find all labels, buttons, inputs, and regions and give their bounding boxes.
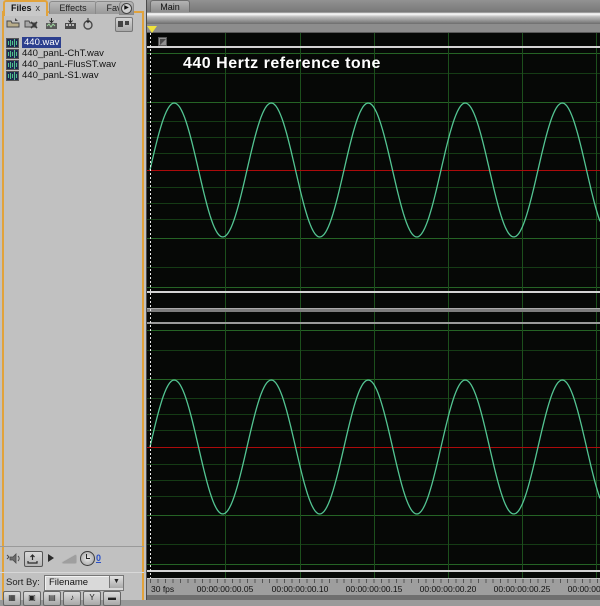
play-button[interactable] [48,554,54,562]
volume-slider[interactable] [62,555,76,563]
import-video-icon[interactable] [63,17,78,30]
show-video-files-button[interactable]: ▤ [43,591,61,606]
tab-effects-label: Effects [59,3,87,13]
clip-properties-icon[interactable] [158,37,167,46]
file-name: 440_panL-ChT.wav [22,48,104,59]
file-row-440-panl-cht[interactable]: 440_panL-ChT.wav [6,48,141,59]
active-panel-border [2,11,144,600]
file-name: 440.wav [22,37,62,48]
sort-by-value: Filename [49,577,89,588]
audio-file-icon [6,70,19,81]
file-name: 440_panL-S1.wav [22,70,99,81]
timeline-label: 00:00:00:00.25 [493,584,551,594]
tab-files[interactable]: Files x [3,0,49,16]
bottom-edge-strip [147,595,600,600]
audio-file-icon [6,48,19,59]
audio-file-icon [6,59,19,70]
files-panel-tabbar: Files x Effects Fav ▶ [0,0,147,16]
show-options-toggle[interactable] [115,17,133,32]
sine-waveforms [149,102,600,515]
timeline-ruler[interactable]: 30 fps 00:00:00:00.05 00:00:00:00.10 00:00… [147,578,600,595]
show-markers-button[interactable]: ▬ [103,591,121,606]
timeline-label: 00:00:00:00.30 [567,584,600,594]
audio-file-icon [6,37,19,48]
show-audio-files-button[interactable]: ▦ [3,591,21,606]
waveform-display[interactable]: 440 Hertz reference tone [147,33,600,578]
main-panel: Main 440 Hertz reference tone 30 fps 00:… [147,0,600,600]
file-type-filter-buttons: ▦ ▣ ▤ ♪ Y ▬ [3,591,121,606]
files-panel: Files x Effects Fav ▶ 440.wav 440_panL-C… [0,0,147,606]
timeline-label: 00:00:00:00.20 [419,584,477,594]
file-name: 440_panL-FlusST.wav [22,59,116,70]
import-file-icon[interactable] [6,17,21,30]
top-ruler[interactable] [147,24,600,33]
panel-menu-button[interactable]: ▶ [119,1,134,15]
close-file-icon[interactable] [24,17,39,30]
playhead-marker[interactable] [147,26,157,33]
show-loop-files-button[interactable]: ▣ [23,591,41,606]
show-midi-files-button[interactable]: ♪ [63,591,81,606]
sort-by-label: Sort By: [6,577,40,588]
files-toolbar [4,16,143,33]
main-tabbar: Main [147,0,600,12]
right-channel-wave [149,379,600,515]
filter-button[interactable]: Y [83,591,101,606]
files-transport-bar: 0 [0,546,144,573]
timeline-ticks [150,579,600,583]
sort-by-dropdown[interactable]: Filename ▼ [44,575,124,591]
autoplay-delay-clock-icon[interactable] [80,551,95,566]
file-row-440-panl-s1[interactable]: 440_panL-S1.wav [6,70,141,81]
timeline-label: 00:00:00:00.05 [196,584,254,594]
file-list: 440.wav 440_panL-ChT.wav 440_panL-FlusST… [6,37,141,81]
fps-label: 30 fps [151,584,175,594]
view-range-bar[interactable] [147,12,600,24]
autoplay-speaker-icon[interactable] [6,552,22,565]
follow-playback-button[interactable] [24,551,43,567]
tab-files-label: Files [11,3,32,13]
dropdown-arrow-icon[interactable]: ▼ [109,576,123,588]
autoplay-delay-value[interactable]: 0 [96,553,101,563]
close-tab-icon[interactable]: x [36,3,41,13]
file-row-440-panl-flusst[interactable]: 440_panL-FlusST.wav [6,59,141,70]
annotation-text: 440 Hertz reference tone [183,55,381,72]
file-row-440[interactable]: 440.wav [6,37,141,48]
left-channel-wave [149,102,600,238]
sort-row: Sort By: Filename ▼ [0,574,144,591]
import-audio-icon[interactable] [44,17,59,30]
timeline-label: 00:00:00:00.10 [271,584,329,594]
capture-audio-icon[interactable] [81,17,96,30]
timeline-label: 00:00:00:00.15 [345,584,403,594]
panel-menu-arrow-icon: ▶ [121,3,132,14]
playhead-line[interactable] [150,33,151,578]
tab-effects[interactable]: Effects [49,1,97,14]
tab-main[interactable]: Main [150,0,190,12]
